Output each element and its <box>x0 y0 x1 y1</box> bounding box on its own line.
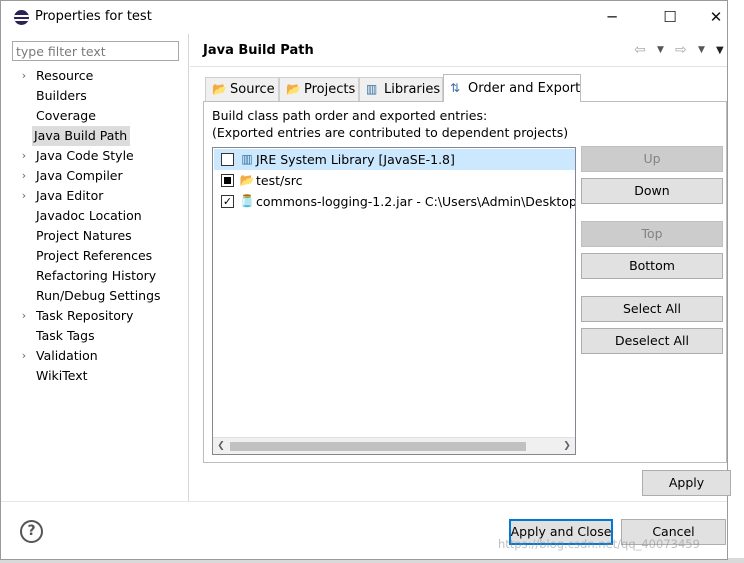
libraries-icon: ▥ <box>366 82 378 96</box>
close-button[interactable]: ✕ <box>693 1 739 34</box>
tree-item-coverage[interactable]: Coverage <box>1 106 189 126</box>
classpath-entries-list[interactable]: ▥ JRE System Library [JavaSE-1.8] 📂 test… <box>212 147 576 455</box>
select-all-button[interactable]: Select All <box>581 296 723 322</box>
bottom-button[interactable]: Bottom <box>581 253 723 279</box>
tab-order-and-export[interactable]: ⇅ Order and Export <box>443 74 581 102</box>
scroll-left-icon[interactable]: ❮ <box>213 438 229 454</box>
tree-item-javadoc-location[interactable]: Javadoc Location <box>1 206 189 226</box>
tree-item-label: Java Build Path <box>32 126 131 146</box>
tab-label: Source <box>230 82 275 97</box>
tree-item-label: Java Editor <box>36 188 104 203</box>
tree-item-resource[interactable]: › Resource <box>1 66 189 86</box>
description-line-1: Build class path order and exported entr… <box>212 108 488 123</box>
expand-arrow-icon[interactable]: › <box>18 66 30 86</box>
back-dropdown-icon[interactable]: ▼ <box>657 45 664 55</box>
up-button[interactable]: Up <box>581 146 723 172</box>
tree-item-label: Coverage <box>36 108 96 123</box>
tree-item-validation[interactable]: › Validation <box>1 346 189 366</box>
window-title: Properties for test <box>35 9 152 24</box>
tree-item-java-compiler[interactable]: › Java Compiler <box>1 166 189 186</box>
expand-arrow-icon[interactable]: › <box>18 346 30 366</box>
header-divider <box>190 66 727 67</box>
apply-button[interactable]: Apply <box>642 470 731 496</box>
maximize-button[interactable]: ☐ <box>647 1 693 34</box>
library-icon: ▥ <box>241 152 253 166</box>
tree-item-label: Run/Debug Settings <box>36 288 161 303</box>
expand-arrow-icon[interactable]: › <box>18 146 30 166</box>
package-folder-icon: 📂 <box>239 173 255 187</box>
back-arrow-icon[interactable]: ⇦ <box>634 42 646 58</box>
forward-arrow-icon[interactable]: ⇨ <box>675 42 687 58</box>
scrollbar-thumb[interactable] <box>230 442 526 451</box>
footer-divider <box>1 501 727 502</box>
tree-item-label: Project Natures <box>36 228 132 243</box>
tree-item-project-natures[interactable]: Project Natures <box>1 226 189 246</box>
entry-label: test/src <box>256 173 303 188</box>
view-menu-icon[interactable]: ▼ <box>716 45 724 56</box>
tree-item-label: Java Code Style <box>36 148 134 163</box>
preference-tree: › Resource Builders Coverage Java Build P… <box>1 66 189 386</box>
projects-icon: 📂 <box>286 82 301 96</box>
eclipse-icon <box>14 10 29 25</box>
expand-arrow-icon[interactable]: › <box>18 166 30 186</box>
order-export-icon: ⇅ <box>450 81 461 95</box>
tree-item-refactoring-history[interactable]: Refactoring History <box>1 266 189 286</box>
expand-arrow-icon[interactable]: › <box>18 306 30 326</box>
tree-item-label: Javadoc Location <box>36 208 142 223</box>
jar-icon: 🫙 <box>239 194 255 208</box>
tree-item-java-editor[interactable]: › Java Editor <box>1 186 189 206</box>
list-item-jre-system-library[interactable]: ▥ JRE System Library [JavaSE-1.8] <box>214 149 575 170</box>
source-folder-icon: 📂 <box>212 82 227 96</box>
description-line-2: (Exported entries are contributed to dep… <box>212 125 569 140</box>
top-button[interactable]: Top <box>581 221 723 247</box>
export-checkbox[interactable] <box>221 174 234 187</box>
tree-item-label: Task Tags <box>36 328 95 343</box>
tab-projects[interactable]: 📂 Projects <box>279 77 359 101</box>
tree-item-task-repository[interactable]: › Task Repository <box>1 306 189 326</box>
tree-item-label: Java Compiler <box>36 168 123 183</box>
help-icon[interactable]: ? <box>20 520 43 543</box>
export-checkbox[interactable]: ✓ <box>221 195 234 208</box>
watermark-text: https://blog.csdn.net/qq_40073459 <box>498 537 700 551</box>
scroll-right-icon[interactable]: ❯ <box>559 438 575 454</box>
entry-label: commons-logging-1.2.jar - C:\Users\Admin… <box>256 194 576 209</box>
tab-label: Order and Export <box>468 81 581 96</box>
page-title: Java Build Path <box>203 43 314 58</box>
tab-source[interactable]: 📂 Source <box>205 77 279 101</box>
tree-item-builders[interactable]: Builders <box>1 86 189 106</box>
tree-item-label: Resource <box>36 68 94 83</box>
list-item-test-src[interactable]: 📂 test/src <box>214 170 574 191</box>
tree-item-label: Validation <box>36 348 98 363</box>
tree-item-task-tags[interactable]: Task Tags <box>1 326 189 346</box>
tree-item-java-build-path[interactable]: Java Build Path <box>1 126 189 146</box>
tree-item-project-references[interactable]: Project References <box>1 246 189 266</box>
preference-tree-panel: › Resource Builders Coverage Java Build P… <box>1 34 189 501</box>
tree-item-label: WikiText <box>36 368 88 383</box>
down-button[interactable]: Down <box>581 178 723 204</box>
tree-item-wikitext[interactable]: WikiText <box>1 366 189 386</box>
list-item-commons-logging-jar[interactable]: ✓ 🫙 commons-logging-1.2.jar - C:\Users\A… <box>214 191 576 212</box>
tab-label: Libraries <box>384 82 441 97</box>
deselect-all-button[interactable]: Deselect All <box>581 328 723 354</box>
forward-dropdown-icon[interactable]: ▼ <box>698 45 705 55</box>
tree-item-label: Project References <box>36 248 153 263</box>
tab-label: Projects <box>304 82 356 97</box>
minimize-button[interactable]: ─ <box>589 1 635 34</box>
filter-input[interactable] <box>12 41 179 61</box>
tree-item-label: Builders <box>36 88 87 103</box>
tree-item-run-debug-settings[interactable]: Run/Debug Settings <box>1 286 189 306</box>
expand-arrow-icon[interactable]: › <box>18 186 30 206</box>
tab-libraries[interactable]: ▥ Libraries <box>359 77 443 101</box>
horizontal-scrollbar[interactable]: ❮ ❯ <box>213 437 575 454</box>
properties-dialog: Properties for test ─ ☐ ✕ › Resource Buil… <box>0 0 731 560</box>
tree-item-java-code-style[interactable]: › Java Code Style <box>1 146 189 166</box>
tree-item-label: Task Repository <box>36 308 134 323</box>
entry-label: JRE System Library [JavaSE-1.8] <box>256 152 455 167</box>
export-checkbox[interactable] <box>221 153 234 166</box>
tree-item-label: Refactoring History <box>36 268 157 283</box>
title-bar[interactable]: Properties for test ─ ☐ ✕ <box>1 1 727 34</box>
